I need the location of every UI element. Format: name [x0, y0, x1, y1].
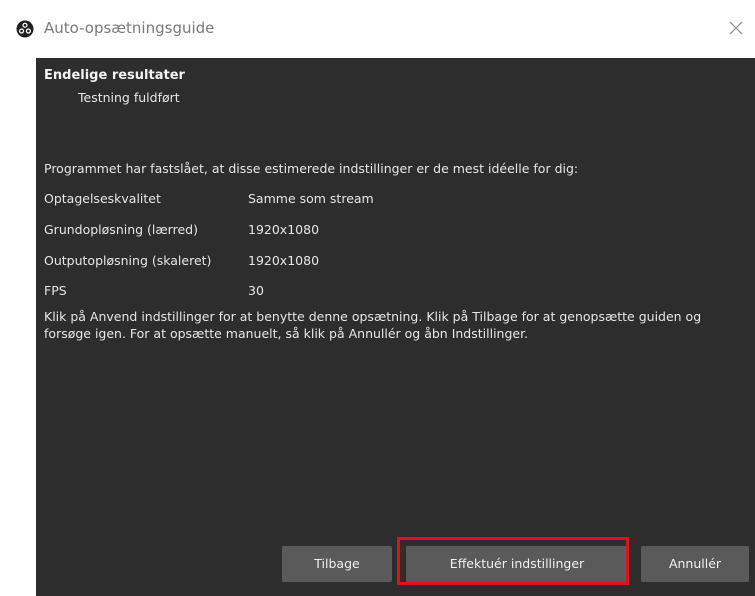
close-button[interactable] [723, 14, 749, 42]
result-label: Optagelseskvalitet [44, 191, 161, 206]
apply-settings-button[interactable]: Effektuér indstillinger [406, 546, 628, 582]
back-button[interactable]: Tilbage [282, 546, 392, 582]
results-heading: Endelige resultater [44, 68, 185, 83]
result-value: Samme som stream [248, 191, 374, 206]
instructions-note: Klik på Anvend indstillinger for at beny… [44, 309, 702, 341]
result-row-recording-quality: Optagelseskvalitet Samme som stream [44, 191, 644, 209]
results-intro-text: Programmet har fastslået, at disse estim… [44, 161, 579, 176]
result-value: 1920x1080 [248, 253, 320, 268]
results-subheading: Testning fuldført [78, 90, 180, 105]
result-value: 30 [248, 283, 264, 298]
close-icon [729, 21, 743, 35]
title-bar: Auto-opsætningsguide [0, 0, 755, 58]
result-row-output-resolution: Outputopløsning (skaleret) 1920x1080 [44, 253, 644, 271]
window-title: Auto-opsætningsguide [44, 19, 215, 37]
result-label: Grundopløsning (lærred) [44, 222, 198, 237]
auto-setup-wizard-window: Auto-opsætningsguide Endelige resultater… [0, 0, 755, 596]
obs-logo-icon [16, 20, 34, 38]
result-label: FPS [44, 283, 67, 298]
cancel-button[interactable]: Annullér [641, 546, 749, 582]
result-value: 1920x1080 [248, 222, 320, 237]
result-row-base-resolution: Grundopløsning (lærred) 1920x1080 [44, 222, 644, 240]
wizard-content-panel: Endelige resultater Testning fuldført Pr… [36, 58, 755, 596]
result-row-fps: FPS 30 [44, 283, 644, 301]
result-label: Outputopløsning (skaleret) [44, 253, 212, 268]
